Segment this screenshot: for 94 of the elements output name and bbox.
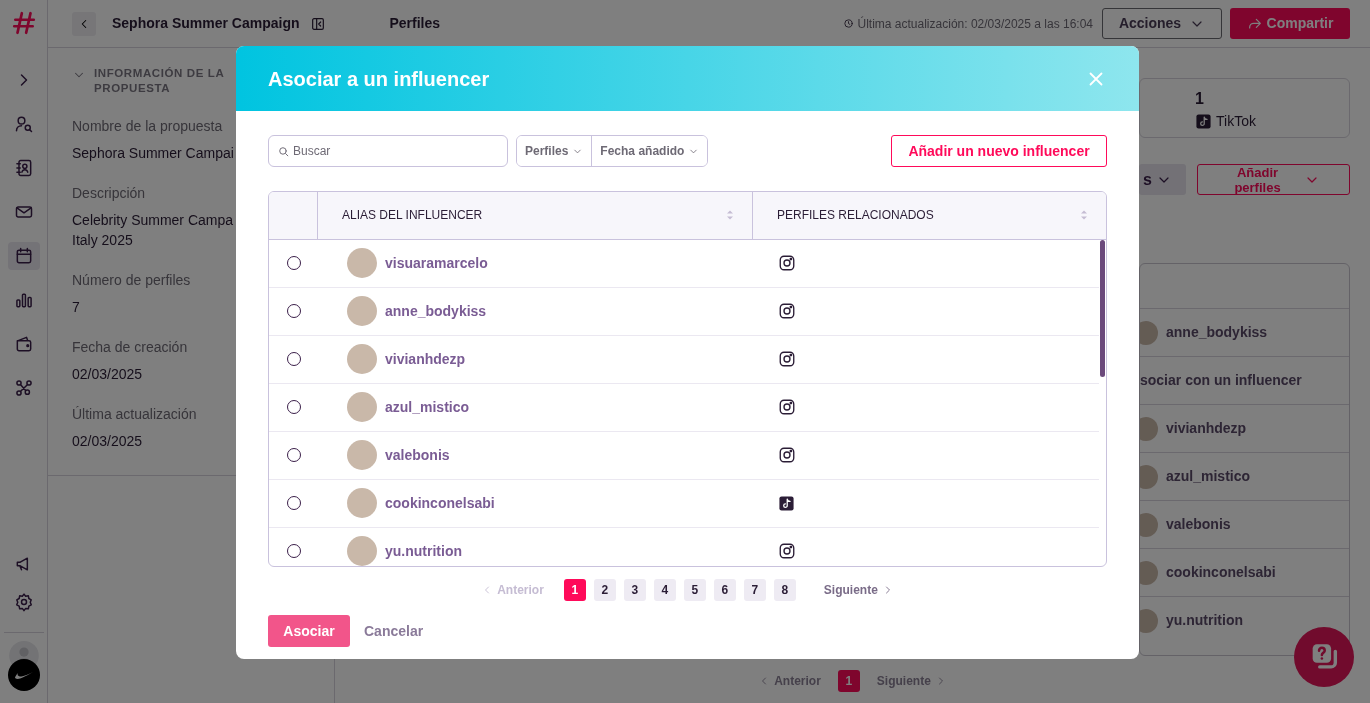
radio-button[interactable] (286, 448, 301, 463)
page-button[interactable]: 4 (653, 579, 676, 601)
radio-button[interactable] (286, 256, 301, 271)
avatar-placeholder (347, 392, 377, 423)
last-update-text: Última actualización: 02/03/2025 a las 16:04 (857, 15, 1093, 33)
page-button[interactable]: 7 (743, 579, 766, 601)
page-button[interactable]: 8 (773, 579, 796, 601)
panel-collapse-icon[interactable] (309, 15, 326, 32)
field-value: Sephora Summer Campai (72, 144, 234, 163)
column-header: PERFILES RELACIONADOS (777, 207, 934, 225)
influencer-alias: cookinconelsabi (385, 493, 495, 513)
camera-icon (778, 398, 796, 417)
avatar-placeholder (347, 440, 377, 471)
field-label: Fecha de creación (72, 338, 188, 357)
music-note-icon (1195, 113, 1212, 130)
field-value: 7 (72, 298, 80, 317)
field-value: 02/03/2025 (72, 365, 143, 384)
page-button[interactable]: 3 (623, 579, 646, 601)
avatar-placeholder (347, 536, 377, 566)
search-field[interactable]: Buscar (268, 135, 508, 167)
user-search-icon (13, 114, 34, 134)
influencer-alias: azul_mistico (385, 397, 470, 417)
radio-button[interactable] (286, 400, 301, 415)
contacts-book-icon (13, 158, 34, 178)
avatar-placeholder (1140, 560, 1158, 585)
scrollbar-thumb[interactable] (1100, 239, 1105, 377)
profile-name: azul_mistico (1166, 467, 1251, 486)
settings-icon (13, 592, 34, 612)
avatar-placeholder (347, 344, 377, 375)
field-label: Número de perfiles (72, 271, 191, 290)
field-value: 02/03/2025 (72, 432, 143, 451)
page-button[interactable]: 2 (593, 579, 616, 601)
next-page-link[interactable]: Siguiente (823, 581, 894, 599)
stat-label: TikTok (1216, 112, 1256, 131)
avatar-placeholder (1140, 416, 1158, 441)
music-note-icon (778, 494, 795, 512)
field-label: Última actualización (72, 405, 197, 424)
camera-icon (778, 254, 796, 273)
influencer-alias: yu.nutrition (385, 541, 462, 561)
camera-icon (778, 350, 796, 369)
add-influencer-button[interactable]: Añadir un nuevo influencer (891, 135, 1107, 167)
row-text: sociar con un influencer (1140, 371, 1302, 390)
avatar-placeholder (1140, 512, 1158, 537)
radio-button[interactable] (286, 352, 301, 367)
camera-icon (778, 302, 796, 321)
radio-button[interactable] (286, 544, 301, 559)
avatar-placeholder (1140, 608, 1158, 633)
influencer-alias: valebonis (385, 445, 450, 465)
section-title: Perfiles (389, 14, 441, 33)
influencer-alias: vivianhdezp (385, 349, 466, 369)
avatar-placeholder (1140, 320, 1158, 345)
swoosh-logo-icon[interactable] (7, 659, 40, 691)
campaign-title: Sephora Summer Campaign (112, 14, 300, 33)
camera-icon (778, 542, 796, 561)
page-button[interactable]: 6 (713, 579, 736, 601)
profile-name: anne_bodykiss (1166, 323, 1268, 342)
hash-logo-icon[interactable] (10, 10, 37, 36)
avatar-placeholder (1140, 464, 1158, 489)
bar-chart-icon (13, 290, 34, 310)
search-icon (277, 145, 290, 158)
help-button[interactable] (1294, 627, 1354, 687)
profile-name: valebonis (1166, 515, 1231, 534)
cancel-button[interactable]: Cancelar (358, 619, 430, 643)
radio-button[interactable] (286, 496, 301, 511)
camera-icon (778, 446, 796, 465)
dialog-title: Asociar a un influencer (268, 66, 490, 92)
page-button[interactable]: 5 (683, 579, 706, 601)
influencer-alias: visuaramarcelo (385, 253, 488, 273)
column-header: ALIAS DEL INFLUENCER (342, 207, 483, 225)
add-profiles-button[interactable]: Añadir perfiles (1197, 164, 1350, 195)
stat-value: 1 (1195, 89, 1205, 109)
network-icon (13, 378, 34, 398)
profile-name: yu.nutrition (1166, 611, 1243, 630)
page-button[interactable]: 1 (837, 670, 860, 692)
filter-dropdown[interactable]: Fecha añadido (591, 136, 708, 166)
previous-page-link[interactable]: Anterior (757, 671, 822, 691)
profile-name: vivianhdezp (1166, 419, 1247, 438)
radio-button[interactable] (286, 304, 301, 319)
field-label: Descripción (72, 184, 146, 203)
clock-icon (842, 18, 854, 29)
field-label: Nombre de la propuesta (72, 117, 223, 136)
view-button[interactable]: s (1139, 164, 1186, 195)
page-button[interactable]: 1 (563, 579, 586, 601)
share-button[interactable]: Compartir (1230, 8, 1350, 39)
avatar-placeholder (347, 296, 377, 327)
influencer-alias: anne_bodykiss (385, 301, 487, 321)
avatar-placeholder (347, 488, 377, 519)
profile-name: cookinconelsabi (1166, 563, 1276, 582)
panel-heading: INFORMACIÓN DE LA PROPUESTA (94, 66, 225, 96)
next-page-link[interactable]: Siguiente (875, 671, 948, 691)
field-value: Celebrity Summer Campa Italy 2025 (72, 211, 234, 250)
avatar-placeholder (347, 248, 377, 279)
nav-button[interactable] (7, 242, 40, 270)
actions-button[interactable]: Acciones (1102, 8, 1222, 39)
